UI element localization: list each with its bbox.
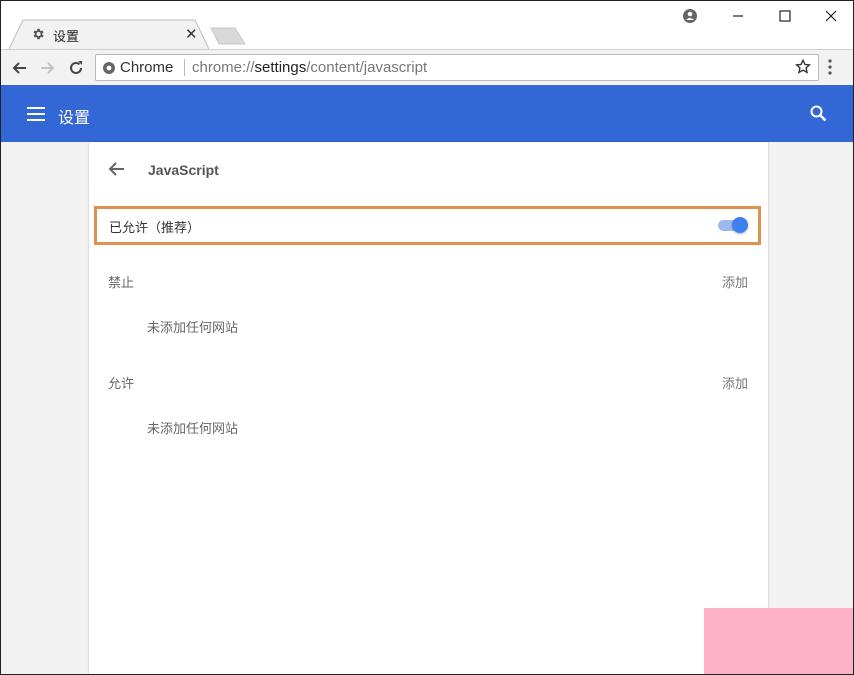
tab-title: 设置 bbox=[53, 29, 80, 44]
tab-close-icon[interactable]: ✕ bbox=[185, 25, 198, 43]
blocked-add-button[interactable]: 添加 bbox=[722, 272, 748, 291]
allowed-empty-message: 未添加任何网站 bbox=[147, 421, 239, 436]
omnibox-separator bbox=[184, 59, 185, 76]
chrome-logo-icon bbox=[103, 62, 115, 74]
tab-settings[interactable]: 设置 ✕ bbox=[9, 19, 209, 49]
browser-toolbar: Chrome chrome://settings/content/javascr… bbox=[1, 49, 853, 85]
page-title: JavaScript bbox=[148, 162, 219, 178]
url-text[interactable]: chrome://settings/content/javascript bbox=[192, 59, 427, 76]
bookmark-star-icon[interactable] bbox=[794, 58, 812, 76]
back-arrow-icon[interactable] bbox=[107, 160, 125, 178]
new-tab-button[interactable] bbox=[209, 27, 247, 45]
url-scheme: chrome:// bbox=[192, 59, 255, 76]
tab-strip: 设置 ✕ bbox=[1, 1, 853, 49]
allowed-add-button[interactable]: 添加 bbox=[722, 373, 748, 392]
address-bar[interactable]: Chrome chrome://settings/content/javascr… bbox=[95, 54, 819, 81]
allowed-label: 已允许（推荐） bbox=[109, 220, 201, 235]
blocked-empty-message: 未添加任何网站 bbox=[147, 320, 239, 335]
back-arrow-icon[interactable] bbox=[7, 56, 31, 80]
profile-icon[interactable] bbox=[675, 5, 705, 27]
settings-header: 设置 bbox=[1, 85, 853, 142]
allowed-section-label: 允许 bbox=[108, 376, 135, 391]
javascript-toggle[interactable] bbox=[716, 217, 748, 233]
search-icon[interactable] bbox=[810, 105, 827, 122]
watermark-overlay bbox=[704, 608, 853, 674]
javascript-allowed-row[interactable]: 已允许（推荐） bbox=[94, 206, 761, 245]
close-window-icon[interactable] bbox=[816, 5, 846, 27]
reload-icon[interactable] bbox=[64, 56, 88, 80]
forward-arrow-icon[interactable] bbox=[36, 56, 60, 80]
omnibox-chip: Chrome bbox=[120, 59, 174, 76]
hamburger-menu-icon[interactable] bbox=[27, 107, 45, 121]
minimize-icon[interactable] bbox=[723, 5, 753, 27]
maximize-icon[interactable] bbox=[770, 5, 800, 27]
url-path: /content/javascript bbox=[306, 59, 428, 76]
javascript-settings-card: JavaScript 已允许（推荐） 禁止 添加 未添加任何网站 允许 添加 未… bbox=[89, 142, 768, 674]
browser-window: 设置 ✕ Chrome chrome://settings/content/ja… bbox=[0, 0, 854, 675]
more-menu-icon[interactable] bbox=[827, 58, 833, 76]
toggle-knob bbox=[732, 217, 748, 233]
gear-icon bbox=[33, 28, 44, 40]
blocked-section-label: 禁止 bbox=[108, 275, 135, 290]
header-title: 设置 bbox=[58, 110, 91, 127]
url-host: settings bbox=[254, 59, 307, 76]
